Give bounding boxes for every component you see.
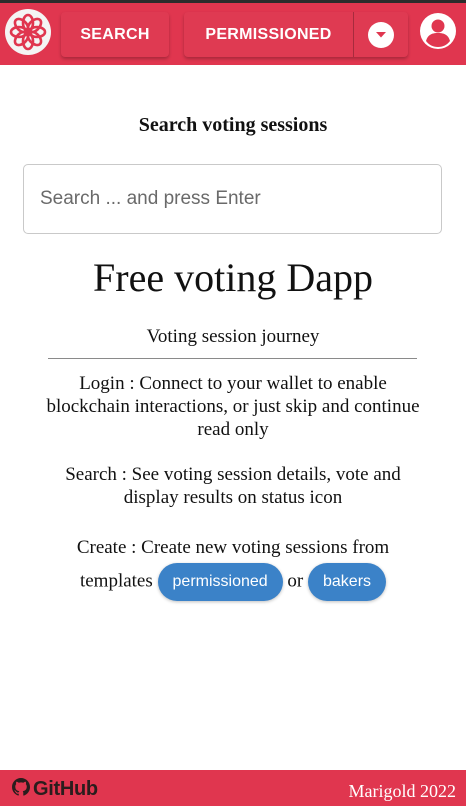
permissioned-button[interactable]: PERMISSIONED — [184, 12, 354, 57]
search-field[interactable] — [23, 164, 442, 234]
copyright-text: Marigold 2022 — [348, 781, 457, 801]
journey-title: Voting session journey — [146, 326, 320, 347]
page-title: Free voting Dapp — [93, 255, 373, 300]
github-label: GitHub — [33, 777, 98, 800]
search-description: Search : See voting session details, vot… — [65, 464, 401, 508]
footer: GitHub Marigold 2022 — [0, 770, 466, 806]
search-input[interactable] — [24, 165, 441, 233]
permissioned-split-button: PERMISSIONED — [184, 12, 408, 57]
search-nav-button-label: SEARCH — [80, 25, 150, 43]
account-circle-icon[interactable] — [419, 12, 457, 50]
github-link[interactable]: GitHub — [12, 778, 98, 800]
github-icon — [12, 778, 31, 800]
search-heading: Search voting sessions — [138, 114, 328, 136]
top-app-bar: SEARCH PERMISSIONED — [0, 0, 466, 65]
bakers-template-button[interactable]: bakers — [308, 563, 387, 601]
or-text: or — [287, 570, 304, 592]
template-dropdown-button[interactable] — [354, 12, 408, 57]
permissioned-template-button[interactable]: permissioned — [157, 563, 283, 601]
marigold-logo-icon[interactable] — [5, 9, 51, 55]
divider — [48, 358, 417, 359]
permissioned-button-label: PERMISSIONED — [205, 25, 332, 43]
search-nav-button[interactable]: SEARCH — [61, 12, 169, 57]
top-edge-line — [0, 0, 466, 3]
create-description: Create : Create new voting sessions from… — [40, 532, 426, 601]
login-description: Login : Connect to your wallet to enable… — [46, 373, 420, 440]
chevron-down-icon — [368, 21, 394, 48]
